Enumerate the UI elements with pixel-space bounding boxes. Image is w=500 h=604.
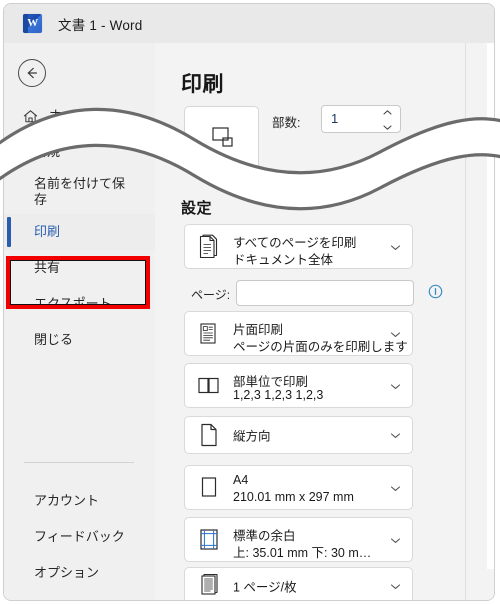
back-button[interactable] xyxy=(18,59,46,87)
copies-value: 1 xyxy=(331,111,339,126)
back-arrow-icon xyxy=(27,67,37,79)
combo-paper-size[interactable]: A4 210.01 mm x 297 mm xyxy=(184,465,413,510)
sidebar-item-label: フィードバック xyxy=(34,528,125,544)
home-icon xyxy=(22,108,42,125)
chevron-up-icon xyxy=(383,110,392,115)
pane-divider xyxy=(465,43,466,600)
sidebar-item-save-as[interactable]: 名前を付けて保 存 xyxy=(4,170,155,214)
sidebar-item-label: エクスポート xyxy=(34,295,112,311)
settings-heading: 設定 xyxy=(181,200,213,217)
sidebar-item-label: 名前を付けて保 存 xyxy=(34,175,126,207)
combo-line2: 210.01 mm x 297 mm xyxy=(233,490,354,504)
print-pane: 印刷 部数: 1 設定 すべてのページを印刷 ドキュメント全体 ページ: 片面印… xyxy=(155,43,494,600)
title-bar: W 文書 1 - Word xyxy=(4,4,494,43)
combo-pages-per-sheet[interactable]: 1 ページ/枚 xyxy=(184,567,413,600)
printer-icon xyxy=(202,125,242,164)
chevron-down-icon xyxy=(383,125,392,130)
print-button[interactable] xyxy=(184,106,259,174)
sidebar-item-home[interactable]: ホーム xyxy=(4,98,155,134)
chevron-down-icon xyxy=(390,577,401,595)
combo-line2: ページの片面のみを印刷します xyxy=(233,340,408,354)
preview-area xyxy=(487,43,494,569)
paper-icon xyxy=(196,475,222,501)
combo-margins[interactable]: 標準の余白 上: 35.01 mm 下: 30 m… xyxy=(184,517,413,562)
pages-input[interactable] xyxy=(236,280,414,306)
pages-per-sheet-icon xyxy=(196,573,222,599)
combo-print-range[interactable]: すべてのページを印刷 ドキュメント全体 xyxy=(184,224,413,269)
word-app-icon: W xyxy=(23,14,42,33)
chevron-down-icon xyxy=(390,238,401,256)
chevron-down-icon xyxy=(390,479,401,497)
page-title: 印刷 xyxy=(181,73,224,96)
info-icon[interactable] xyxy=(428,284,443,304)
combo-line2: ドキュメント全体 xyxy=(233,253,334,267)
combo-line2: 上: 35.01 mm 下: 30 m… xyxy=(233,546,372,560)
sidebar-list: ホーム 新規 名前を付けて保 存 印刷 共有 エクスポート 閉じる xyxy=(4,98,155,358)
chevron-down-icon xyxy=(390,426,401,444)
pages-row: ページ: xyxy=(184,280,444,306)
sidebar-item-label: 新規 xyxy=(34,143,61,159)
sidebar-item-share[interactable]: 共有 xyxy=(4,250,155,286)
word-window: W 文書 1 - Word ホーム 新規 名前を付けて保 存 印刷 共有 エクス… xyxy=(3,3,495,601)
document-pages-icon xyxy=(196,234,222,260)
sidebar-item-label: ホーム xyxy=(49,107,88,123)
portrait-icon xyxy=(196,422,222,448)
sidebar-item-feedback[interactable]: フィードバック xyxy=(4,519,155,555)
chevron-down-icon xyxy=(390,377,401,395)
combo-print-sides[interactable]: 片面印刷 ページの片面のみを印刷します xyxy=(184,311,413,356)
chevron-down-icon xyxy=(390,531,401,549)
sidebar-item-new[interactable]: 新規 xyxy=(4,134,155,170)
sidebar-item-close[interactable]: 閉じる xyxy=(4,322,155,358)
screenshot-root: W 文書 1 - Word ホーム 新規 名前を付けて保 存 印刷 共有 エクス… xyxy=(0,0,500,604)
one-sided-icon xyxy=(196,321,222,347)
copies-stepper[interactable]: 1 xyxy=(321,105,401,133)
sidebar-divider xyxy=(24,462,134,463)
combo-line2: 1,2,3 1,2,3 1,2,3 xyxy=(233,388,324,402)
sidebar-bottom-list: アカウント フィードバック オプション xyxy=(4,483,155,591)
backstage-sidebar: ホーム 新規 名前を付けて保 存 印刷 共有 エクスポート 閉じる アカウント … xyxy=(4,43,155,600)
combo-orientation[interactable]: 縦方向 xyxy=(184,416,413,454)
collate-icon xyxy=(196,375,222,397)
chevron-down-icon xyxy=(390,325,401,343)
sidebar-item-label: オプション xyxy=(34,564,100,580)
copies-label: 部数: xyxy=(272,116,301,130)
combo-collation[interactable]: 部単位で印刷 1,2,3 1,2,3 1,2,3 xyxy=(184,363,413,408)
sidebar-item-export[interactable]: エクスポート xyxy=(4,286,155,322)
sidebar-item-options[interactable]: オプション xyxy=(4,555,155,591)
stepper-arrows[interactable] xyxy=(382,109,393,131)
combo-line1: 縦方向 xyxy=(233,429,271,444)
sidebar-item-print[interactable]: 印刷 xyxy=(4,214,155,250)
combo-line1: 1 ページ/枚 xyxy=(233,580,297,595)
margins-icon xyxy=(196,527,222,553)
pages-label: ページ: xyxy=(191,288,231,302)
sidebar-item-label: アカウント xyxy=(34,492,100,508)
sidebar-item-label: 閉じる xyxy=(34,331,74,347)
combo-line1: A4 xyxy=(233,473,249,487)
window-title: 文書 1 - Word xyxy=(58,17,143,33)
sidebar-item-label: 共有 xyxy=(34,259,61,275)
sidebar-item-label: 印刷 xyxy=(34,223,61,239)
sidebar-item-account[interactable]: アカウント xyxy=(4,483,155,519)
